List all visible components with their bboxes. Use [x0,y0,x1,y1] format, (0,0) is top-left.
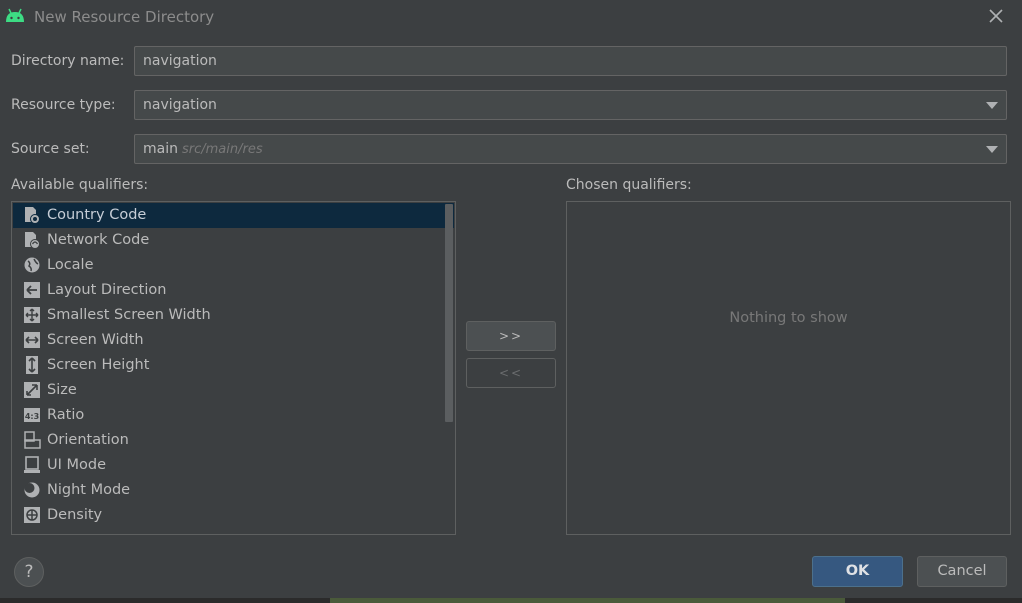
available-qualifiers-label: Available qualifiers: [11,177,149,193]
chosen-qualifiers-list[interactable]: Nothing to show [566,201,1011,535]
directory-name-input[interactable]: navigation [134,46,1007,76]
screen-width-icon [24,332,40,348]
network-code-icon [25,232,40,249]
list-item[interactable]: Orientation [13,428,454,453]
available-qualifiers-list[interactable]: Country Code Network Code Locale Layout … [11,201,456,535]
list-item[interactable]: Country Code [13,203,454,228]
android-icon [6,8,24,22]
ui-mode-icon [24,456,40,473]
svg-text:4:3: 4:3 [25,412,39,421]
list-item[interactable]: Screen Width [13,328,454,353]
source-set-hint: src/main/res [181,142,263,157]
smallest-width-icon [24,307,40,323]
close-icon[interactable] [984,4,1008,28]
list-item[interactable]: Night Mode [13,478,454,503]
source-set-text: main src/main/res [143,141,263,157]
list-item[interactable]: Size [13,378,454,403]
country-code-icon [25,207,40,224]
night-mode-icon [24,482,40,498]
screen-height-icon [26,356,38,374]
list-item[interactable]: UI Mode [13,453,454,478]
resource-type-value: navigation [143,97,217,113]
list-item[interactable]: Screen Height [13,353,454,378]
orientation-icon [24,431,41,449]
window-title: New Resource Directory [34,8,215,26]
ok-button[interactable]: OK [812,556,903,587]
globe-icon [24,257,40,273]
list-item[interactable]: Network Code [13,228,454,253]
remove-qualifier-button[interactable]: << [466,358,556,388]
add-qualifier-button[interactable]: >> [466,321,556,351]
source-set-value: main [143,141,178,157]
list-item[interactable]: Locale [13,253,454,278]
empty-state-text: Nothing to show [729,310,848,326]
resource-type-label: Resource type: [11,97,116,113]
cancel-button[interactable]: Cancel [917,556,1007,587]
chosen-qualifiers-label: Chosen qualifiers: [566,177,692,193]
chevron-down-icon [986,102,998,109]
background-window-edge [0,598,1022,603]
source-set-select[interactable]: main src/main/res [134,134,1007,164]
list-scrollbar[interactable] [445,204,453,422]
layout-direction-icon [24,282,40,298]
chevron-down-icon [986,146,998,153]
size-icon [24,382,40,398]
ratio-icon: 4:3 [24,408,40,422]
title-bar: New Resource Directory [0,0,1022,34]
source-set-label: Source set: [11,141,90,157]
help-button[interactable]: ? [14,557,44,587]
directory-name-value: navigation [143,53,217,69]
directory-name-label: Directory name: [11,53,125,69]
density-icon [24,507,40,523]
list-item[interactable]: Smallest Screen Width [13,303,454,328]
list-item[interactable]: Density [13,503,454,528]
list-item[interactable]: 4:3 Ratio [13,403,454,428]
resource-type-select[interactable]: navigation [134,90,1007,120]
list-item[interactable]: Layout Direction [13,278,454,303]
